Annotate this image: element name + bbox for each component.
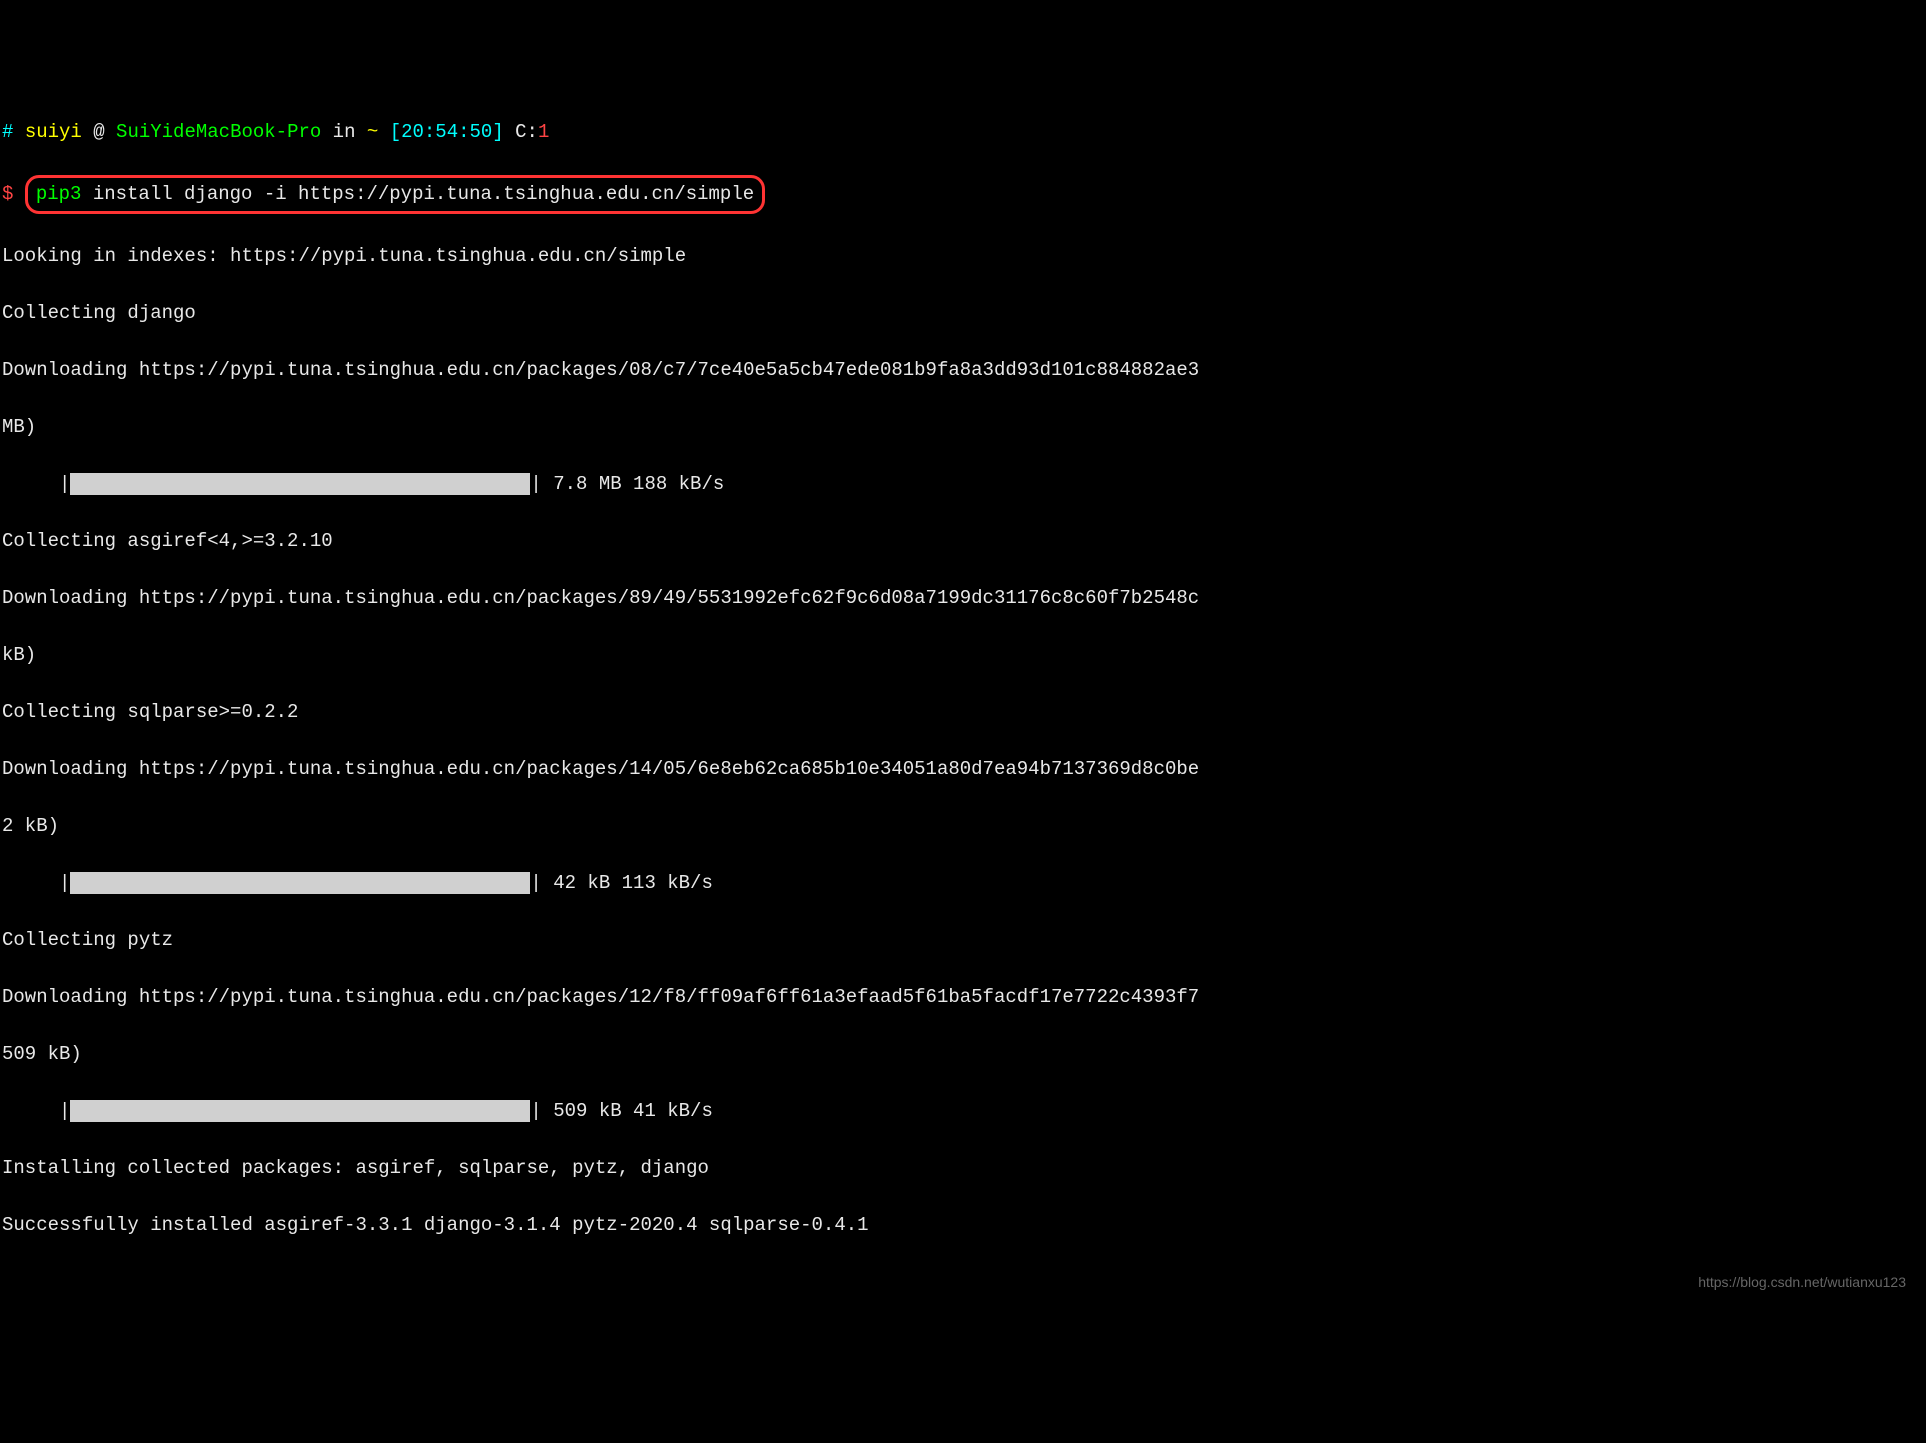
output-download-django: Downloading https://pypi.tuna.tsinghua.e…: [2, 356, 1924, 385]
output-download-sqlparse: Downloading https://pypi.tuna.tsinghua.e…: [2, 755, 1924, 784]
prompt-host: SuiYideMacBook-Pro: [116, 121, 321, 143]
prompt-at: @: [82, 121, 116, 143]
prompt-path: ~: [367, 121, 378, 143]
prompt-c-label: C:: [515, 121, 538, 143]
output-success: Successfully installed asgiref-3.3.1 dja…: [2, 1211, 1924, 1240]
progress-row-django: | | 7.8 MB 188 kB/s: [2, 470, 1924, 499]
output-download-asgiref: Downloading https://pypi.tuna.tsinghua.e…: [2, 584, 1924, 613]
prompt-in: in: [321, 121, 367, 143]
progress-bar: [70, 872, 530, 894]
progress-pipe-left: |: [2, 1097, 70, 1126]
command-highlight-box: pip3 install django -i https://pypi.tuna…: [25, 175, 765, 214]
output-kb-tail-1: kB): [2, 641, 1924, 670]
progress-pipe-left: |: [2, 869, 70, 898]
progress-bar: [70, 1100, 530, 1122]
output-indexes: Looking in indexes: https://pypi.tuna.ts…: [2, 242, 1924, 271]
prompt-user: suiyi: [25, 121, 82, 143]
progress-row-pytz: | | 509 kB 41 kB/s: [2, 1097, 1924, 1126]
output-collecting-sqlparse: Collecting sqlparse>=0.2.2: [2, 698, 1924, 727]
output-download-pytz: Downloading https://pypi.tuna.tsinghua.e…: [2, 983, 1924, 1012]
prompt-time: [20:54:50]: [378, 121, 515, 143]
output-installing: Installing collected packages: asgiref, …: [2, 1154, 1924, 1183]
progress-bar: [70, 473, 530, 495]
prompt-hash: #: [2, 121, 25, 143]
prompt-c-val: 1: [538, 121, 549, 143]
output-mb-tail: MB): [2, 413, 1924, 442]
progress-pipe-left: |: [2, 470, 70, 499]
output-kb-tail-3: 509 kB): [2, 1040, 1924, 1069]
progress-stats: | 509 kB 41 kB/s: [530, 1097, 712, 1126]
output-kb-tail-2: 2 kB): [2, 812, 1924, 841]
prompt-dollar: $: [2, 183, 25, 205]
output-collecting-django: Collecting django: [2, 299, 1924, 328]
progress-row-sqlparse: | | 42 kB 113 kB/s: [2, 869, 1924, 898]
prompt-line-1: # suiyi @ SuiYideMacBook-Pro in ~ [20:54…: [2, 118, 1924, 147]
watermark-text: https://blog.csdn.net/wutianxu123: [1698, 1272, 1906, 1293]
output-collecting-pytz: Collecting pytz: [2, 926, 1924, 955]
command-args: install django -i https://pypi.tuna.tsin…: [81, 183, 754, 205]
prompt-line-2[interactable]: $ pip3 install django -i https://pypi.tu…: [2, 175, 1924, 214]
progress-stats: | 42 kB 113 kB/s: [530, 869, 712, 898]
progress-stats: | 7.8 MB 188 kB/s: [530, 470, 724, 499]
output-collecting-asgiref: Collecting asgiref<4,>=3.2.10: [2, 527, 1924, 556]
command-pip3: pip3: [36, 183, 82, 205]
